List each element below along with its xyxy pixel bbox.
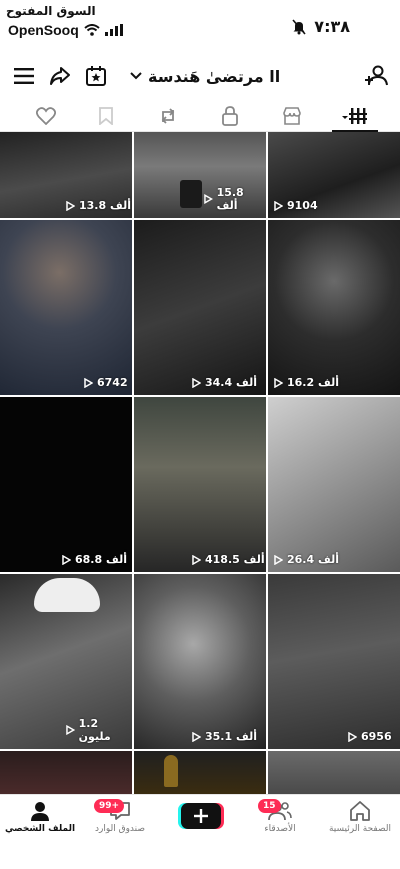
video-thumbnail[interactable] — [134, 751, 266, 794]
bottom-navigation: الملف الشخصي 99+ صندوق الوارد 15 الأصدقا… — [0, 794, 400, 869]
status-bar: السوق المفتوح OpenSooq ٧:٣٨ — [0, 0, 400, 44]
share-profile-button[interactable] — [46, 62, 74, 90]
shop-icon — [283, 107, 301, 125]
create-button[interactable] — [178, 803, 224, 829]
creator-tools-button[interactable] — [82, 62, 110, 90]
view-count: 1.2 مليون — [66, 717, 132, 743]
video-thumbnail[interactable]: 34.4 ألف — [134, 220, 266, 395]
view-count: 13.8 ألف — [66, 199, 131, 212]
home-icon — [350, 801, 370, 821]
video-thumbnail[interactable]: 35.1 ألف — [134, 574, 266, 749]
account-switcher[interactable]: مرتضىٰ هَندسة ll — [130, 64, 280, 88]
play-icon — [348, 731, 357, 742]
view-count: 9104 — [274, 199, 318, 212]
nav-profile-label: الملف الشخصي — [4, 824, 76, 834]
view-count: 418.5 ألف — [192, 553, 265, 566]
friends-badge: 15 — [258, 799, 281, 813]
view-count: 26.4 ألف — [274, 553, 339, 566]
wifi-icon — [84, 24, 100, 36]
turban-shape — [34, 578, 100, 612]
video-thumbnail[interactable]: 68.8 ألف — [0, 397, 132, 572]
view-count: 6956 — [348, 730, 392, 743]
tab-private[interactable] — [200, 100, 260, 132]
video-thumbnail[interactable] — [268, 751, 400, 794]
view-count: 34.4 ألف — [192, 376, 257, 389]
video-thumbnail[interactable]: 26.4 ألف — [268, 397, 400, 572]
tab-shop[interactable] — [262, 100, 322, 132]
play-icon — [62, 554, 71, 565]
microphone-shape — [180, 180, 202, 208]
add-user-icon — [365, 65, 388, 86]
clock-group: ٧:٣٨ — [292, 17, 350, 36]
bell-muted-icon — [292, 18, 306, 35]
username: مرتضىٰ هَندسة ll — [148, 66, 281, 86]
nav-inbox[interactable]: 99+ صندوق الوارد — [80, 799, 160, 834]
nav-home[interactable]: الصفحة الرئيسية — [320, 801, 400, 834]
repost-icon — [161, 108, 175, 124]
nav-inbox-label: صندوق الوارد — [94, 824, 146, 834]
play-icon — [204, 194, 213, 204]
play-icon — [192, 554, 201, 565]
tab-videos[interactable] — [326, 100, 386, 132]
clock: ٧:٣٨ — [314, 17, 350, 36]
view-count: 35.1 ألف — [192, 730, 257, 743]
tab-reposts[interactable] — [138, 100, 198, 132]
menu-button[interactable] — [10, 62, 38, 90]
add-friend-button[interactable] — [362, 62, 390, 90]
video-thumbnail[interactable]: 13.8 ألف — [0, 132, 132, 218]
play-icon — [84, 377, 93, 388]
tab-liked[interactable] — [16, 100, 76, 132]
video-thumbnail[interactable] — [0, 751, 132, 794]
calendar-star-icon — [86, 66, 106, 86]
heart-icon — [36, 107, 56, 125]
video-thumbnail[interactable]: 1.2 مليون — [0, 574, 132, 749]
hamburger-icon — [14, 68, 34, 84]
play-icon — [66, 725, 75, 735]
video-thumbnail[interactable]: 16.2 ألف — [268, 220, 400, 395]
video-thumbnail[interactable]: 15.8 ألف — [134, 132, 266, 218]
tab-favorites[interactable] — [76, 100, 136, 132]
video-grid: 9104 15.8 ألف 13.8 ألف 16.2 ألف 34.4 ألف… — [0, 132, 400, 794]
play-icon — [274, 200, 283, 211]
person-filled-icon — [31, 802, 49, 821]
plus-core — [181, 803, 221, 829]
brand-text: OpenSooq — [8, 22, 79, 38]
watermark-text: السوق المفتوح — [6, 4, 96, 18]
profile-tabs — [0, 100, 400, 132]
play-icon — [274, 377, 283, 388]
nav-profile[interactable]: الملف الشخصي — [0, 801, 80, 834]
play-icon — [274, 554, 283, 565]
inbox-badge: 99+ — [94, 799, 125, 813]
share-arrow-icon — [50, 67, 70, 85]
view-count: 68.8 ألف — [62, 553, 127, 566]
video-thumbnail[interactable]: 6956 — [268, 574, 400, 749]
play-icon — [66, 200, 75, 211]
nav-friends[interactable]: 15 الأصدقاء — [240, 799, 320, 834]
view-count: 6742 — [84, 376, 128, 389]
video-thumbnail[interactable]: 418.5 ألف — [134, 397, 266, 572]
grid-icon — [342, 108, 367, 124]
signal-icon — [104, 24, 123, 36]
view-count: 16.2 ألف — [274, 376, 339, 389]
video-thumbnail[interactable]: 9104 — [268, 132, 400, 218]
profile-header: مرتضىٰ هَندسة ll — [0, 56, 400, 96]
nav-friends-label: الأصدقاء — [264, 824, 296, 834]
play-icon — [192, 377, 201, 388]
play-icon — [192, 731, 201, 742]
lock-icon — [222, 106, 238, 126]
video-thumbnail[interactable]: 6742 — [0, 220, 132, 395]
chevron-down-icon — [130, 72, 142, 80]
brand-label: OpenSooq — [8, 22, 123, 38]
gold-ornament-shape — [164, 755, 178, 787]
view-count: 15.8 ألف — [204, 186, 266, 212]
bookmark-icon — [99, 107, 113, 125]
plus-icon — [194, 809, 208, 823]
nav-home-label: الصفحة الرئيسية — [328, 824, 392, 834]
